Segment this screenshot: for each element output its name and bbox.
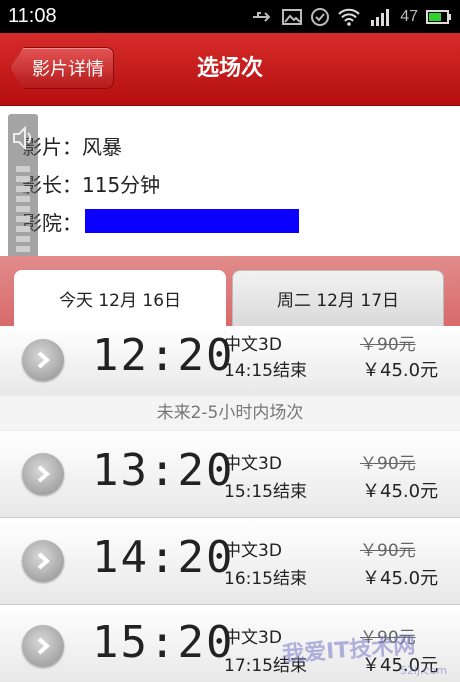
- show-end-time: 16:15结束: [224, 569, 307, 589]
- usb-icon: [253, 11, 271, 22]
- sale-price: ￥45.0元: [362, 568, 439, 589]
- status-icons: 47: [252, 7, 452, 27]
- speaker-icon: [13, 125, 32, 151]
- original-price: ￥90元: [360, 541, 416, 561]
- battery-icon: [426, 9, 451, 24]
- battery-level: 47: [400, 7, 418, 25]
- length-value: 115分钟: [82, 173, 161, 197]
- chevron-right-icon[interactable]: [22, 625, 64, 667]
- show-time: 12:20: [92, 330, 235, 381]
- showtime-row[interactable]: 14:20 中文3D 16:15结束 ￥90元 ￥45.0元: [0, 518, 460, 605]
- status-time: 11:08: [8, 5, 57, 27]
- signal-icon: [371, 8, 390, 26]
- tab-today[interactable]: 今天 12月 16日: [14, 270, 226, 326]
- show-language: 中文3D: [224, 541, 282, 561]
- show-time: 14:20: [92, 532, 235, 583]
- chevron-right-icon[interactable]: [22, 453, 64, 495]
- chevron-right-icon[interactable]: [22, 540, 64, 582]
- chevron-right-icon[interactable]: [22, 339, 64, 381]
- showtime-row[interactable]: 13:20 中文3D 15:15结束 ￥90元 ￥45.0元: [0, 431, 460, 518]
- show-time: 15:20: [92, 617, 235, 668]
- show-end-time: 15:15结束: [224, 482, 307, 502]
- app-header: 影片详情 选场次: [0, 33, 460, 106]
- show-end-time: 14:15结束: [224, 361, 307, 381]
- date-tabs: 今天 12月 16日 周二 12月 17日: [0, 256, 460, 326]
- back-button[interactable]: 影片详情: [10, 47, 114, 89]
- sale-price: ￥45.0元: [362, 360, 439, 381]
- image-icon: [282, 8, 303, 25]
- section-label-upcoming: 未来2-5小时内场次: [0, 396, 460, 430]
- cinema-value-redacted: [85, 209, 299, 233]
- film-value: 风暴: [82, 135, 122, 159]
- show-language: 中文3D: [224, 335, 282, 355]
- status-bar: 11:08 47: [0, 0, 460, 33]
- length-row: 影长：115分钟: [22, 169, 160, 198]
- movie-info-panel: 影片：风暴 影长：115分钟 影院：: [0, 106, 460, 256]
- show-language: 中文3D: [224, 454, 282, 474]
- watermark-url: 52ij.com: [400, 664, 448, 677]
- showtime-row[interactable]: 12:20 中文3D 14:15结束 ￥90元 ￥45.0元: [0, 326, 460, 397]
- tab-tuesday[interactable]: 周二 12月 17日: [232, 270, 444, 326]
- show-time: 13:20: [92, 445, 235, 496]
- show-language: 中文3D: [224, 628, 282, 648]
- check-circle-icon: [311, 7, 330, 26]
- original-price: ￥90元: [360, 454, 416, 474]
- original-price: ￥90元: [360, 335, 416, 355]
- sale-price: ￥45.0元: [362, 481, 439, 502]
- wifi-icon: [338, 8, 360, 26]
